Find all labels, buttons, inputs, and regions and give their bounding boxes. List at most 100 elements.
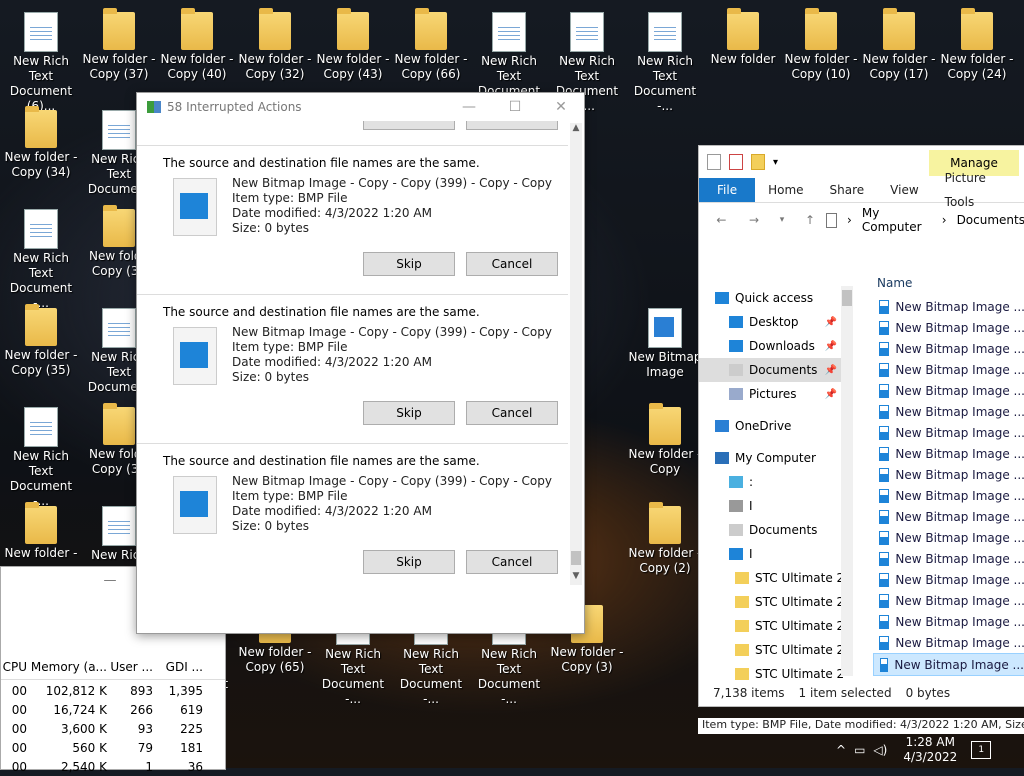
- volume-icon[interactable]: ◁): [873, 743, 887, 757]
- cancel-button[interactable]: Cancel: [466, 550, 558, 574]
- nav-item[interactable]: STC Ultimate 2: [699, 590, 847, 614]
- properties-icon[interactable]: [707, 154, 721, 170]
- nav-item[interactable]: Downloads 📌: [699, 334, 847, 358]
- dropdown-icon[interactable]: ▾: [773, 157, 778, 168]
- process-row[interactable]: 00 560 K 79 181: [1, 738, 225, 757]
- nav-item[interactable]: Quick access: [699, 286, 847, 310]
- new-folder-icon[interactable]: [751, 154, 765, 170]
- file-row[interactable]: New Bitmap Image ...: [873, 569, 1024, 590]
- file-row[interactable]: New Bitmap Image ...: [873, 632, 1024, 653]
- desktop-folder[interactable]: New folder - Copy (66): [392, 8, 470, 82]
- column-cpu[interactable]: CPU: [1, 660, 27, 674]
- column-user-objects[interactable]: User ...: [107, 660, 153, 674]
- nav-item[interactable]: :: [699, 470, 847, 494]
- nav-item[interactable]: Documents: [699, 518, 847, 542]
- desktop-bitmap-file[interactable]: New Bitmap Image: [626, 308, 704, 380]
- file-row[interactable]: New Bitmap Image ...: [873, 653, 1024, 676]
- back-arrow-icon[interactable]: ←: [711, 213, 732, 227]
- desktop-folder[interactable]: New folder - Copy (35): [2, 304, 80, 378]
- file-row[interactable]: New Bitmap Image ...: [873, 422, 1024, 443]
- file-row[interactable]: New Bitmap Image ...: [873, 296, 1024, 317]
- skip-button[interactable]: Skip: [363, 550, 455, 574]
- nav-scrollbar-thumb[interactable]: [842, 290, 852, 306]
- process-row[interactable]: 00 16,724 K 266 619: [1, 700, 225, 719]
- chevron-right-icon[interactable]: ›: [942, 213, 947, 227]
- desktop-folder[interactable]: New folder - Copy (10): [782, 8, 860, 82]
- chevron-up-icon[interactable]: ^: [836, 743, 846, 757]
- skip-button[interactable]: Skip: [363, 252, 455, 276]
- nav-item[interactable]: STC Ultimate 2: [699, 566, 847, 590]
- file-row[interactable]: New Bitmap Image ...: [873, 548, 1024, 569]
- desktop-folder[interactable]: New folder - Copy (24): [938, 8, 1016, 82]
- desktop-folder[interactable]: New folder - Copy (40): [158, 8, 236, 82]
- nav-item[interactable]: I: [699, 494, 847, 518]
- nav-item[interactable]: My Computer: [699, 446, 847, 470]
- tab-home[interactable]: Home: [755, 178, 816, 202]
- file-row[interactable]: New Bitmap Image ...: [873, 506, 1024, 527]
- tab-file[interactable]: File: [699, 178, 756, 202]
- desktop-folder[interactable]: New folder - Copy (32): [236, 8, 314, 82]
- skip-button[interactable]: Skip: [363, 401, 455, 425]
- cancel-button-partial[interactable]: [466, 121, 558, 130]
- desktop-folder[interactable]: New folder - Copy (43): [314, 8, 392, 82]
- up-arrow-icon[interactable]: ↑: [800, 213, 821, 227]
- file-row[interactable]: New Bitmap Image ...: [873, 611, 1024, 632]
- scrollbar-thumb[interactable]: [571, 551, 581, 565]
- process-row[interactable]: 00 102,812 K 893 1,395: [1, 681, 225, 700]
- file-row[interactable]: New Bitmap Image ...: [873, 464, 1024, 485]
- file-list[interactable]: New Bitmap Image ... New Bitmap Image ...…: [873, 296, 1024, 676]
- forward-arrow-icon[interactable]: →: [744, 213, 765, 227]
- process-row[interactable]: 00 2,540 K 1 36: [1, 757, 225, 776]
- nav-scrollbar[interactable]: [841, 286, 853, 676]
- minimize-button[interactable]: —: [87, 567, 133, 595]
- nav-item[interactable]: OneDrive: [699, 414, 847, 438]
- file-row[interactable]: New Bitmap Image ...: [873, 527, 1024, 548]
- nav-item[interactable]: Pictures 📌: [699, 382, 847, 406]
- skip-button-partial[interactable]: [363, 121, 455, 130]
- scroll-up-arrow[interactable]: ▲: [570, 123, 582, 137]
- breadcrumb-documents[interactable]: Documents: [957, 213, 1024, 227]
- process-row[interactable]: 00 3,600 K 93 225: [1, 719, 225, 738]
- file-row[interactable]: New Bitmap Image ...: [873, 359, 1024, 380]
- checkmark-icon[interactable]: [729, 154, 743, 170]
- file-row[interactable]: New Bitmap Image ...: [873, 401, 1024, 422]
- file-row[interactable]: New Bitmap Image ...: [873, 443, 1024, 464]
- maximize-button[interactable]: ☐: [492, 99, 538, 115]
- navigation-pane[interactable]: Quick access Desktop 📌 Downloads 📌 Documents 📌…: [699, 286, 847, 681]
- file-explorer-window[interactable]: ▾ Manage File Home Share View Picture To…: [698, 145, 1024, 707]
- cancel-button[interactable]: Cancel: [466, 401, 558, 425]
- column-gdi-objects[interactable]: GDI ...: [153, 660, 203, 674]
- close-button[interactable]: ✕: [538, 99, 584, 115]
- desktop-folder[interactable]: New folder - Copy (37): [80, 8, 158, 82]
- conflict-list[interactable]: The source and destination file names ar…: [137, 121, 568, 587]
- interrupted-actions-dialog[interactable]: 58 Interrupted Actions — ☐ ✕ The source …: [136, 92, 585, 634]
- nav-item[interactable]: STC Ultimate 2: [699, 638, 847, 662]
- column-memory[interactable]: Memory (a...: [27, 660, 107, 674]
- desktop-folder[interactable]: New folder - Copy (34): [2, 106, 80, 180]
- recent-dropdown-icon[interactable]: ▾: [776, 215, 787, 225]
- nav-item[interactable]: Documents 📌: [699, 358, 847, 382]
- file-row[interactable]: New Bitmap Image ...: [873, 317, 1024, 338]
- desktop-folder[interactable]: New folder - Copy (2): [626, 502, 704, 576]
- address-bar[interactable]: ← → ▾ ↑ › My Computer › Documents: [699, 206, 1024, 234]
- nav-item[interactable]: STC Ultimate 2: [699, 614, 847, 638]
- desktop-folder[interactable]: New folder: [704, 8, 782, 67]
- desktop-folder[interactable]: New folder - Copy (17): [860, 8, 938, 82]
- file-row[interactable]: New Bitmap Image ...: [873, 380, 1024, 401]
- dialog-titlebar[interactable]: 58 Interrupted Actions — ☐ ✕: [137, 93, 584, 121]
- minimize-button[interactable]: —: [446, 99, 492, 115]
- breadcrumb-my-computer[interactable]: My Computer: [862, 206, 932, 234]
- breadcrumb[interactable]: › My Computer › Documents: [826, 206, 1024, 234]
- scroll-down-arrow[interactable]: ▼: [570, 571, 582, 585]
- tab-share[interactable]: Share: [817, 178, 878, 202]
- file-row[interactable]: New Bitmap Image ...: [873, 590, 1024, 611]
- nav-item[interactable]: Desktop 📌: [699, 310, 847, 334]
- file-row[interactable]: New Bitmap Image ...: [873, 485, 1024, 506]
- column-name[interactable]: Name: [877, 276, 912, 290]
- tab-view[interactable]: View: [877, 178, 931, 202]
- clock[interactable]: 1:28 AM 4/3/2022: [903, 735, 957, 765]
- file-row[interactable]: New Bitmap Image ...: [873, 338, 1024, 359]
- desktop-rtf-file[interactable]: New Rich Text Document -...: [626, 12, 704, 114]
- desktop-folder[interactable]: New folder - Copy: [626, 403, 704, 477]
- dialog-scrollbar[interactable]: ▲ ▼: [570, 123, 582, 585]
